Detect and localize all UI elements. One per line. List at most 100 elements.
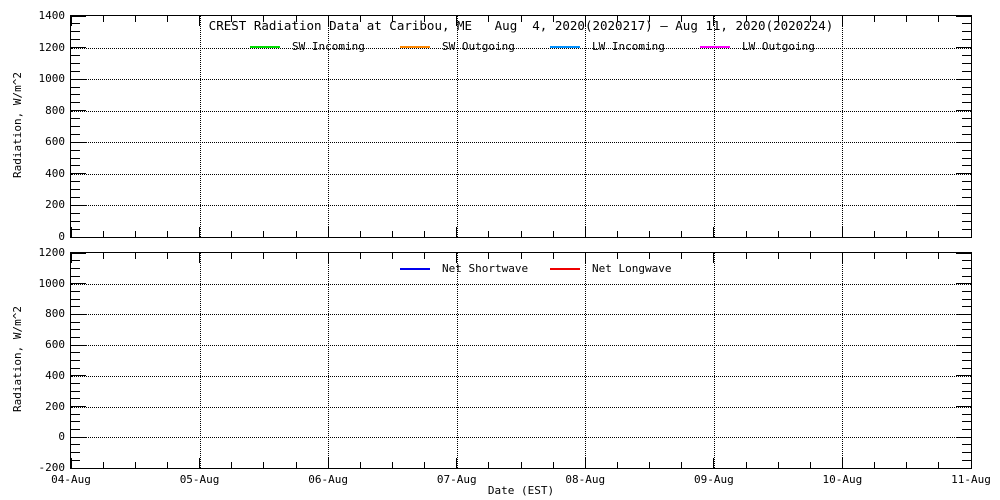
- y-tick: [71, 204, 86, 206]
- top-y-axis-title: Radiation, W/m^2: [11, 72, 24, 178]
- y-tick: [71, 283, 86, 285]
- x-tick: [520, 253, 522, 259]
- x-tick: [391, 16, 393, 22]
- x-tick: [809, 462, 811, 468]
- y-tick: [71, 413, 80, 415]
- y-tick: [71, 228, 80, 230]
- y-tick: [962, 360, 971, 361]
- x-tick: [874, 16, 876, 22]
- gridline-vertical: [456, 253, 458, 468]
- y-tick: [962, 383, 971, 385]
- y-tick: [71, 267, 80, 269]
- y-tick: [71, 62, 80, 64]
- x-tick: [359, 462, 361, 468]
- y-tick: [71, 321, 80, 323]
- y-tick: [962, 452, 971, 454]
- y-tick: [962, 398, 971, 400]
- y-tick: [71, 360, 80, 361]
- x-tick: [231, 231, 233, 237]
- legend-line: [400, 46, 430, 48]
- y-tick: [71, 141, 86, 143]
- x-tick: [681, 231, 683, 237]
- y-tick: [956, 375, 971, 377]
- y-tick: [962, 70, 971, 72]
- y-tick: [962, 329, 971, 331]
- x-tick: [906, 16, 908, 22]
- x-tick: [134, 462, 136, 468]
- y-tick: [962, 39, 971, 41]
- x-tick: [102, 16, 104, 22]
- y-tick-label: 0: [58, 430, 65, 444]
- x-tick: [295, 231, 297, 237]
- x-tick: [906, 231, 908, 237]
- y-tick-label: 1400: [38, 9, 66, 22]
- x-tick: [102, 253, 104, 259]
- y-tick: [71, 31, 80, 33]
- x-tick: [359, 231, 361, 237]
- y-tick: [956, 252, 971, 254]
- y-tick: [962, 444, 971, 446]
- y-tick: [956, 141, 971, 143]
- y-tick: [962, 298, 971, 300]
- y-tick: [71, 110, 86, 112]
- x-tick: [488, 462, 490, 468]
- x-tick: [488, 16, 490, 22]
- y-tick: [956, 436, 971, 438]
- y-tick: [71, 421, 80, 423]
- x-tick: [70, 458, 72, 468]
- y-tick: [962, 94, 971, 96]
- y-tick: [71, 275, 80, 277]
- x-tick: [584, 458, 586, 468]
- y-tick: [71, 47, 86, 49]
- y-tick: [71, 459, 80, 461]
- y-tick: [71, 39, 80, 41]
- x-tick: [777, 253, 779, 259]
- y-tick: [71, 149, 80, 151]
- y-tick: [71, 220, 80, 222]
- legend-line: [250, 46, 280, 48]
- bottom-y-axis-title: Radiation, W/m^2: [11, 306, 24, 412]
- x-tick: [874, 253, 876, 259]
- x-tick: [616, 231, 618, 237]
- x-tick: [295, 253, 297, 259]
- gridline-horizontal: [71, 375, 971, 377]
- x-tick: [649, 16, 651, 22]
- x-tick: [970, 458, 972, 468]
- x-tick: [102, 231, 104, 237]
- x-tick: [263, 16, 265, 22]
- x-tick: [199, 16, 201, 26]
- gridline-vertical: [585, 16, 587, 237]
- y-tick: [71, 306, 80, 308]
- x-tick: [938, 462, 940, 468]
- x-tick: [841, 458, 843, 468]
- x-tick: [616, 462, 618, 468]
- gridline-horizontal: [71, 47, 971, 49]
- y-tick: [962, 267, 971, 269]
- y-tick: [71, 86, 80, 88]
- y-tick: [71, 390, 80, 392]
- y-tick: [71, 298, 80, 300]
- y-tick: [71, 126, 80, 127]
- gridline-horizontal: [71, 283, 971, 285]
- y-tick: [71, 133, 80, 135]
- y-tick: [962, 149, 971, 151]
- y-tick: [956, 15, 971, 17]
- x-tick: [809, 231, 811, 237]
- bottom-plot-area: -200 0 200 400 600 800 1000 1200 04-Aug 05-Aug 06-…: [39, 247, 991, 486]
- x-tick: [552, 253, 554, 259]
- y-tick: [962, 54, 971, 56]
- legend-label: SW Outgoing: [442, 40, 515, 53]
- y-tick: [962, 133, 971, 135]
- y-tick: [71, 197, 80, 199]
- x-axis-title: Date (EST): [487, 484, 555, 497]
- x-tick: [713, 227, 715, 237]
- x-tick: [70, 16, 72, 26]
- y-tick: [956, 467, 971, 469]
- y-tick: [956, 173, 971, 175]
- x-tick: [199, 253, 201, 263]
- x-tick: [520, 16, 522, 22]
- y-tick: [71, 352, 80, 354]
- x-tick: [263, 231, 265, 237]
- gridline-horizontal: [71, 110, 971, 112]
- x-tick: [681, 16, 683, 22]
